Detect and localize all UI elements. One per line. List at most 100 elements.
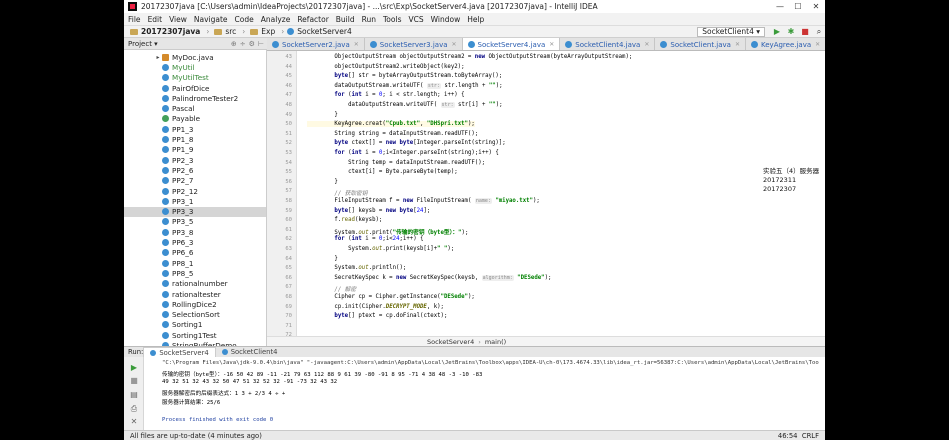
close-tab-icon[interactable]: ✕ (549, 41, 554, 48)
close-button[interactable]: ✕ (807, 2, 825, 11)
editor-tab[interactable]: SocketServer2.java ✕ (267, 38, 365, 50)
class-icon (272, 41, 279, 48)
close-tab-icon[interactable]: ✕ (644, 41, 649, 48)
crumb-class[interactable]: SocketServer4 (427, 338, 474, 346)
menu-view[interactable]: View (169, 15, 187, 24)
rerun-icon[interactable]: ▶ (129, 363, 139, 372)
project-tree-item[interactable]: RollingDice2 (124, 299, 266, 309)
minimize-button[interactable]: — (771, 2, 789, 11)
project-tree-item[interactable]: PP1_8 (124, 134, 266, 144)
project-tree-item[interactable]: PP3_1 (124, 196, 266, 206)
project-tree-item[interactable]: rationaltester (124, 289, 266, 299)
hide-icon[interactable]: ⊢ (258, 40, 264, 48)
run-configuration-dropdown[interactable]: SocketClient4 ▾ (697, 26, 765, 37)
project-tree-item[interactable]: PP2_6 (124, 165, 266, 175)
maximize-button[interactable]: ☐ (789, 2, 807, 11)
editor-tab[interactable]: SocketClient4.java ✕ (560, 38, 656, 50)
editor-tab[interactable]: SocketClient.java ✕ (655, 38, 746, 50)
project-tree-item[interactable]: ▸ MyDoc.java (124, 52, 266, 62)
menu-vcs[interactable]: VCS (408, 15, 423, 24)
settings-icon[interactable]: ⚙ (249, 40, 255, 48)
project-view-selector[interactable]: Project (128, 40, 152, 48)
project-tree-item-label: rationaltester (172, 289, 221, 299)
line-number: 59 (285, 207, 292, 214)
project-tree-item[interactable]: PP3_8 (124, 227, 266, 237)
run-tab-client[interactable]: SocketClient4 (216, 347, 284, 358)
project-tree-item[interactable]: MyUtilTest (124, 73, 266, 83)
menu-refactor[interactable]: Refactor (297, 15, 328, 24)
editor-tab[interactable]: SocketServer4.java ✕ (462, 38, 561, 50)
project-tree-item[interactable]: PairOfDice (124, 83, 266, 93)
stop-icon[interactable]: ■ (129, 376, 139, 385)
run-icon[interactable]: ▶ (771, 27, 783, 37)
project-tree-item[interactable]: SelectionSort (124, 310, 266, 320)
project-tree-item[interactable]: PP3_5 (124, 217, 266, 227)
project-tree-item[interactable]: Sorting1Test (124, 330, 266, 340)
run-label: Run: (128, 348, 144, 356)
menu-window[interactable]: Window (431, 15, 461, 24)
menu-help[interactable]: Help (467, 15, 484, 24)
project-tree-item[interactable]: PP6_3 (124, 237, 266, 247)
class-icon (287, 28, 295, 35)
menu-code[interactable]: Code (235, 15, 254, 24)
cursor-position[interactable]: 46:54 CRLF (778, 432, 825, 440)
project-tree-item[interactable]: Pascal (124, 104, 266, 114)
breadcrumb-file[interactable]: SocketServer4 (287, 27, 352, 36)
project-tree-item-label: PP2_7 (172, 176, 194, 186)
debug-icon[interactable]: ✱ (785, 27, 797, 37)
project-tree-item[interactable]: Payable (124, 114, 266, 124)
line-number: 45 (285, 73, 292, 80)
project-tree-item[interactable]: rationalnumber (124, 279, 266, 289)
project-tree-item[interactable]: PP1_9 (124, 145, 266, 155)
project-tree-item[interactable]: PP1_3 (124, 124, 266, 134)
menu-file[interactable]: File (128, 15, 141, 24)
menu-navigate[interactable]: Navigate (194, 15, 228, 24)
menu-build[interactable]: Build (336, 15, 355, 24)
code-editor[interactable]: ObjectOutputStream objectOutputStream2 =… (307, 51, 825, 336)
sync-icon[interactable]: ⊕ (231, 40, 237, 48)
restore-layout-icon[interactable]: ▤ (129, 390, 139, 399)
project-tree-item[interactable]: Sorting1 (124, 320, 266, 330)
project-tree-item[interactable]: PP2_12 (124, 186, 266, 196)
project-tree-item[interactable]: PalindromeTester2 (124, 93, 266, 103)
breadcrumb-project[interactable]: 20172307java (128, 27, 200, 36)
menu-run[interactable]: Run (362, 15, 376, 24)
editor-tab[interactable]: SocketServer3.java ✕ (365, 38, 463, 50)
project-tree-item[interactable]: PP8_1 (124, 258, 266, 268)
project-tree-item[interactable]: PP3_3 (124, 206, 266, 217)
run-tab-server[interactable]: SocketServer4 (143, 346, 216, 358)
stop-icon[interactable]: ■ (799, 27, 811, 37)
close-tab-icon[interactable]: ✕ (815, 41, 820, 48)
close-tab-icon[interactable]: ✕ (354, 41, 359, 48)
class-icon (162, 249, 169, 257)
search-icon[interactable]: ⌕ (813, 27, 825, 37)
line-number: 43 (285, 54, 292, 60)
note-id-2: 20172307 (763, 185, 797, 193)
close-icon[interactable]: ✕ (129, 417, 139, 426)
editor-tab[interactable]: KeyAgree.java ✕ (746, 38, 825, 50)
code-line: for (int i = 0; i < str.length; i++) { (334, 92, 465, 99)
print-icon[interactable]: ⎙ (129, 404, 139, 413)
code-line: dataOutputStream.writeUTF( str: str[i] +… (307, 102, 503, 108)
project-tree-item[interactable]: PP2_3 (124, 155, 266, 165)
class-icon (162, 321, 169, 329)
ide-window: 20172307java [C:\Users\admin\IdeaProject… (124, 0, 825, 440)
project-tree-item[interactable]: MyUtil (124, 62, 266, 72)
console-output[interactable]: "C:\Program Files\Java\jdk-9.0.4\bin\jav… (144, 357, 825, 430)
menu-analyze[interactable]: Analyze (261, 15, 291, 24)
console-line: 服务器解密后的后缀表达式：1 3 + 2/3 4 ÷ + (162, 390, 286, 397)
project-tree-item[interactable]: PP2_7 (124, 176, 266, 186)
breadcrumb-exp[interactable]: Exp (248, 27, 275, 36)
breadcrumb-src[interactable]: src (212, 27, 236, 36)
collapse-icon[interactable]: ÷ (240, 40, 246, 48)
project-tree-item[interactable]: PP6_6 (124, 248, 266, 258)
close-tab-icon[interactable]: ✕ (735, 41, 740, 48)
close-tab-icon[interactable]: ✕ (452, 41, 457, 48)
crumb-method[interactable]: main() (485, 338, 506, 346)
code-line: String string = dataInputStream.readUTF(… (307, 130, 479, 137)
class-icon (150, 349, 157, 356)
project-tree-item[interactable]: PP8_5 (124, 268, 266, 278)
expand-arrow-icon[interactable]: ▸ (154, 54, 162, 61)
menu-tools[interactable]: Tools (383, 15, 401, 24)
menu-edit[interactable]: Edit (148, 15, 163, 24)
